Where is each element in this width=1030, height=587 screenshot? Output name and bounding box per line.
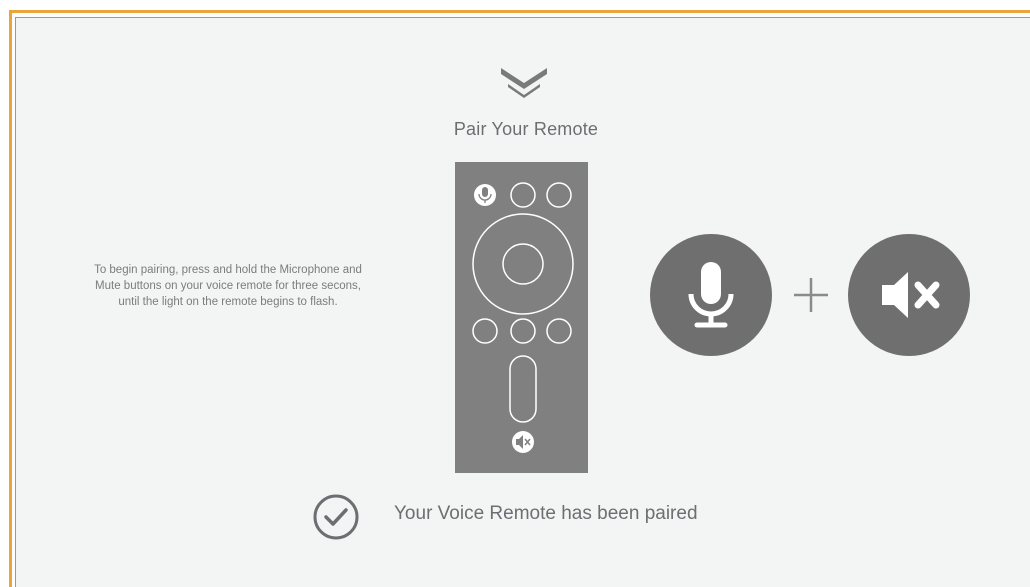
- remote-illustration: [455, 162, 588, 473]
- pairing-status-text: Your Voice Remote has been paired: [394, 503, 698, 524]
- check-circle-icon: [313, 494, 359, 540]
- plus-icon: [794, 278, 828, 312]
- brand-v-logo-icon: [501, 68, 547, 98]
- microphone-icon: [650, 234, 772, 356]
- page-title: Pair Your Remote: [453, 119, 599, 139]
- mute-icon: [848, 234, 970, 356]
- remote-mute-button-icon: [512, 431, 534, 453]
- pairing-instructions: To begin pairing, press and hold the Mic…: [94, 264, 362, 308]
